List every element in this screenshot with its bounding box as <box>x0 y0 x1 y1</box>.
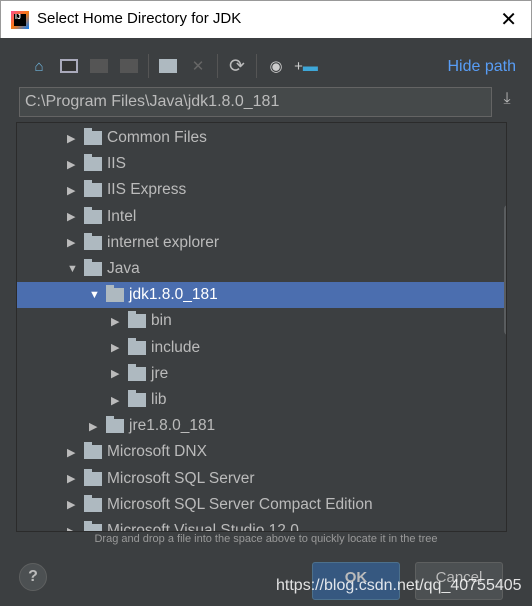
tree-row-label: Microsoft SQL Server <box>107 469 255 487</box>
tree-row[interactable]: ▼ Java <box>17 256 506 282</box>
tree-row[interactable]: ▶ Microsoft Visual Studio 12.0 <box>17 518 506 532</box>
chevron-right-icon[interactable]: ▶ <box>67 525 77 532</box>
help-button[interactable]: ? <box>19 563 47 591</box>
tree-row-label: include <box>151 338 201 356</box>
folder-icon <box>84 521 102 531</box>
tree-row[interactable]: ▶ lib <box>17 387 506 413</box>
toolbar: ⌂ ✕ ⟳ ◉ + ▬ <box>24 52 321 80</box>
desktop-icon[interactable] <box>54 53 84 79</box>
tree-row-label: jre1.8.0_181 <box>129 417 216 435</box>
tree-row[interactable]: ▶ include <box>17 335 506 361</box>
tree-row-label: Intel <box>107 207 137 225</box>
folder-icon <box>84 154 102 172</box>
tree-row-label: Common Files <box>107 129 207 146</box>
title-bar: IJ Select Home Directory for JDK ✕ <box>0 0 532 38</box>
chevron-right-icon[interactable]: ▶ <box>111 367 121 380</box>
chevron-down-icon[interactable]: ▼ <box>89 289 100 301</box>
tree-row[interactable]: ▶ Microsoft SQL Server <box>17 466 506 492</box>
tree-row-label: IIS <box>107 155 126 173</box>
chevron-down-icon[interactable]: ▼ <box>67 263 78 275</box>
close-button[interactable]: ✕ <box>500 7 517 32</box>
hide-path-link[interactable]: Hide path <box>448 58 517 76</box>
chevron-right-icon[interactable]: ▶ <box>67 210 77 223</box>
tree-row-label: Microsoft Visual Studio 12.0 <box>107 522 299 532</box>
path-input[interactable]: C:\Program Files\Java\jdk1.8.0_181 <box>19 87 492 117</box>
project-icon[interactable] <box>84 53 114 79</box>
add-jdk-icon[interactable]: + ▬ <box>291 53 321 79</box>
tree-row[interactable]: ▶ Microsoft SQL Server Compact Edition <box>17 492 506 518</box>
tree-row-label: Java <box>107 260 140 277</box>
chevron-right-icon[interactable]: ▶ <box>67 158 77 171</box>
tree-row[interactable]: ▶ bin <box>17 308 506 334</box>
folder-icon <box>106 285 124 303</box>
tree-row[interactable]: ▶ Microsoft DNX <box>17 439 506 465</box>
show-hidden-icon[interactable]: ◉ <box>261 53 291 79</box>
toolbar-separator <box>148 54 149 78</box>
folder-icon <box>84 180 102 198</box>
tree-row[interactable]: ▶ internet explorer <box>17 230 506 256</box>
watermark: https://blog.csdn.net/qq_40755405 <box>276 577 522 594</box>
chevron-right-icon[interactable]: ▶ <box>67 446 77 459</box>
window-title: Select Home Directory for JDK <box>37 10 242 27</box>
toolbar-separator <box>217 54 218 78</box>
tree-row-label: internet explorer <box>107 233 220 251</box>
folder-icon <box>128 337 146 355</box>
module-icon[interactable] <box>114 53 144 79</box>
chevron-right-icon[interactable]: ▶ <box>67 132 77 145</box>
tree-row-label: jre <box>151 364 169 382</box>
download-icon[interactable]: ⤓ <box>496 90 518 114</box>
folder-icon <box>84 259 102 276</box>
home-icon[interactable]: ⌂ <box>24 53 54 79</box>
folder-icon <box>84 232 102 250</box>
tree-row-label: Microsoft DNX <box>107 443 207 461</box>
folder-icon <box>106 416 124 434</box>
toolbar-separator <box>256 54 257 78</box>
tree-row[interactable]: ▼ jdk1.8.0_181 <box>17 282 506 309</box>
tree-row-label: Microsoft SQL Server Compact Edition <box>107 495 373 513</box>
tree-row[interactable]: ▶ jre1.8.0_181 <box>17 413 506 439</box>
scrollbar[interactable] <box>504 205 506 335</box>
refresh-icon[interactable]: ⟳ <box>222 53 252 79</box>
chevron-right-icon[interactable]: ▶ <box>67 236 77 249</box>
delete-icon[interactable]: ✕ <box>183 53 213 79</box>
tree-row-label: bin <box>151 312 172 330</box>
folder-icon <box>84 128 102 145</box>
new-folder-icon[interactable] <box>153 53 183 79</box>
chevron-right-icon[interactable]: ▶ <box>89 420 99 433</box>
tree-row[interactable]: ▶ jre <box>17 361 506 387</box>
folder-icon <box>84 494 102 512</box>
chevron-right-icon[interactable]: ▶ <box>111 315 121 328</box>
tree-row[interactable]: ▶ IIS <box>17 151 506 177</box>
file-tree[interactable]: ▶ Microsoft Visual Studio 12.0 ▶ Microsoft … <box>16 122 507 532</box>
folder-icon <box>128 363 146 381</box>
intellij-logo-icon: IJ <box>11 11 29 29</box>
chevron-right-icon[interactable]: ▶ <box>67 472 77 485</box>
folder-icon <box>84 206 102 224</box>
tree-row-label: jdk1.8.0_181 <box>129 286 218 304</box>
drag-drop-hint: Drag and drop a file into the space abov… <box>94 533 438 545</box>
tree-row[interactable]: ▶ IIS Express <box>17 177 506 203</box>
chevron-right-icon[interactable]: ▶ <box>67 184 77 197</box>
chevron-right-icon[interactable]: ▶ <box>111 341 121 354</box>
tree-row-label: lib <box>151 391 167 408</box>
tree-row-label: IIS Express <box>107 181 187 199</box>
chevron-right-icon[interactable]: ▶ <box>67 498 77 511</box>
folder-icon <box>84 442 102 460</box>
chevron-right-icon[interactable]: ▶ <box>111 394 121 407</box>
folder-icon <box>84 468 102 486</box>
tree-row[interactable]: ▶ Common Files <box>17 125 506 151</box>
folder-icon <box>128 311 146 329</box>
folder-icon <box>128 390 146 407</box>
tree-row[interactable]: ▶ Intel <box>17 204 506 230</box>
